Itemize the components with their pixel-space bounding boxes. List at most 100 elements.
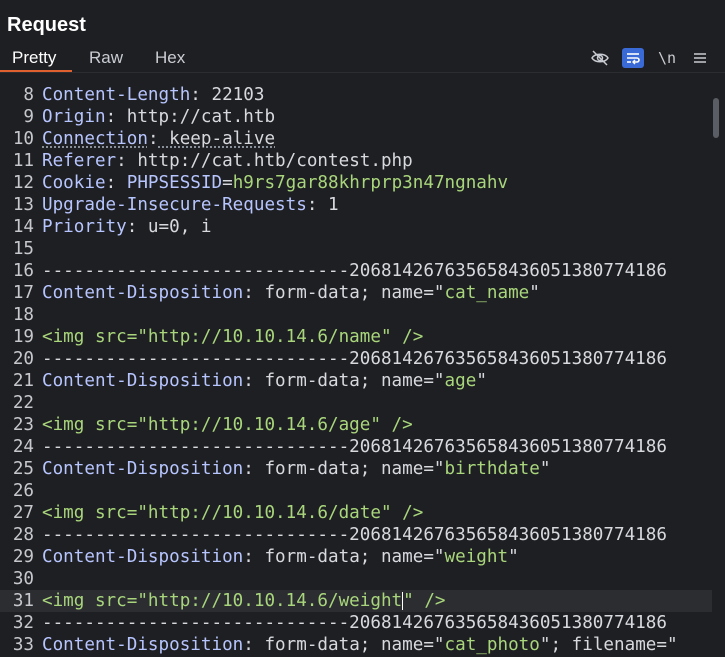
line-content: Content-Disposition: form-data; name="ca… [42, 282, 540, 304]
code-line: 16 -----------------------------206814267… [0, 260, 712, 282]
line-content: Cookie: PHPSESSID=h9rs7gar88khrprp3n47ng… [42, 172, 508, 194]
header-value: " [508, 547, 519, 567]
partial-line: //4186 [0, 66, 712, 84]
header-value: form-data; name=" [253, 547, 445, 567]
request-editor[interactable]: //4186 8 Content-Length: 22103 9 Origin: ht… [0, 66, 712, 657]
header-name: Content-Disposition [42, 283, 244, 303]
code-line: 14 Priority: u=0, i [0, 216, 712, 238]
body-html: <img src="http://10.10.14.6/date" /> [42, 503, 424, 523]
header-name: Referer [42, 151, 117, 171]
line-number: 12 [12, 173, 34, 193]
line-number: 8 [23, 85, 34, 105]
code-line: 32 -----------------------------206814267… [0, 612, 712, 634]
header-colon: : [243, 459, 254, 479]
header-value: " [539, 459, 551, 479]
header-name: Content-Disposition [42, 547, 244, 567]
line-content: -----------------------------20681426763… [42, 524, 667, 546]
line-number: 32 [12, 613, 34, 633]
line-content: -----------------------------20681426763… [42, 348, 667, 370]
vertical-scrollbar[interactable] [712, 96, 725, 657]
body-html: <img src="http://10.10.14.6/weight [42, 591, 403, 611]
code-line: 19 <img src="http://10.10.14.6/name" /> [0, 326, 712, 348]
line-content: -----------------------------20681426763… [42, 436, 667, 458]
header-value: 22103 [200, 85, 265, 105]
line-number: 9 [23, 107, 34, 127]
code-line: 29 Content-Disposition: form-data; name="… [0, 546, 712, 568]
line-number: 18 [12, 305, 34, 325]
field-name: cat_name [444, 283, 530, 303]
header-name: Content-Disposition [42, 371, 244, 391]
tab-raw[interactable]: Raw [89, 48, 123, 68]
line-number: 24 [12, 437, 34, 457]
field-name: weight [444, 547, 509, 567]
code-line: 17 Content-Disposition: form-data; name="… [0, 282, 712, 304]
cookie-value: h9rs7gar88khrprp3n47ngnahv [232, 173, 509, 193]
header-value: keep-alive [158, 129, 276, 149]
code-line: 9 Origin: http://cat.htb [0, 106, 712, 128]
line-number: 30 [12, 569, 34, 589]
header-value: form-data; name=" [253, 371, 445, 391]
field-name: age [444, 371, 477, 391]
body-html: <img src="http://10.10.14.6/name" /> [42, 327, 424, 347]
line-content: Upgrade-Insecure-Requests: 1 [42, 194, 339, 216]
header-value: u=0, i [137, 217, 212, 237]
line-content: Connection: keep-alive [42, 128, 275, 150]
header-name: Priority [42, 217, 127, 237]
body-text: -----------------------------20681426763… [42, 261, 667, 281]
line-number: 26 [12, 481, 34, 501]
code-line: 20 -----------------------------206814267… [0, 348, 712, 370]
header-colon: : [116, 151, 127, 171]
line-content: <img src="http://10.10.14.6/date" /> [42, 502, 423, 524]
line-number: 14 [12, 217, 34, 237]
line-number: 29 [12, 547, 34, 567]
line-content: Content-Length: 22103 [42, 84, 264, 106]
header-value: http://cat.htb/contest.php [126, 151, 413, 171]
header-name: Cookie [42, 173, 106, 193]
line-content: Content-Disposition: form-data; name="ag… [42, 370, 487, 392]
code-line: 11 Referer: http://cat.htb/contest.php [0, 150, 712, 172]
code-line: 15 [0, 238, 712, 260]
header-colon: : [105, 107, 117, 127]
code-line: 8 Content-Length: 22103 [0, 84, 712, 106]
line-number: 20 [12, 349, 34, 369]
header-name: Origin [42, 107, 106, 127]
line-content: -----------------------------20681426763… [42, 612, 667, 634]
scrollbar-thumb[interactable] [713, 98, 719, 138]
line-content: <img src="http://10.10.14.6/weight" /> [42, 590, 446, 612]
eye-off-icon[interactable] [589, 48, 611, 68]
body-text: -----------------------------20681426763… [42, 525, 667, 545]
line-number: 10 [12, 129, 34, 149]
line-number: 28 [12, 525, 34, 545]
tab-hex[interactable]: Hex [155, 48, 185, 68]
line-number: 23 [12, 415, 34, 435]
code-line: 27 <img src="http://10.10.14.6/date" /> [0, 502, 712, 524]
header-name: Content-Length [42, 85, 191, 105]
header-colon: : [306, 195, 318, 215]
field-name: cat_photo [444, 635, 540, 655]
code-line: 28 -----------------------------206814267… [0, 524, 712, 546]
header-value: form-data; name=" [253, 459, 445, 479]
line-content: Origin: http://cat.htb [42, 106, 275, 128]
line-number: 33 [12, 635, 34, 655]
header-colon: : [243, 371, 254, 391]
header-name: Connection [42, 129, 148, 149]
newline-toggle[interactable]: \n [656, 48, 678, 68]
cookie-eq: = [222, 173, 233, 193]
code-line: 25 Content-Disposition: form-data; name="… [0, 458, 712, 480]
line-number: 15 [12, 239, 34, 259]
line-number: 13 [12, 195, 34, 215]
wrap-icon[interactable] [622, 48, 644, 68]
line-number: 21 [12, 371, 34, 391]
header-name: Upgrade-Insecure-Requests [42, 195, 307, 215]
header-colon: : [243, 283, 254, 303]
menu-icon[interactable] [689, 48, 711, 68]
header-value: "; filename=" [539, 635, 678, 655]
code-line: 10 Connection: keep-alive [0, 128, 712, 150]
line-content: Content-Disposition: form-data; name="we… [42, 546, 519, 568]
line-content: Content-Disposition: form-data; name="bi… [42, 458, 550, 480]
header-value: " [476, 371, 487, 391]
panel-title: Request [7, 14, 86, 36]
tab-pretty[interactable]: Pretty [12, 48, 56, 68]
code-line: 23 <img src="http://10.10.14.6/age" /> [0, 414, 712, 436]
